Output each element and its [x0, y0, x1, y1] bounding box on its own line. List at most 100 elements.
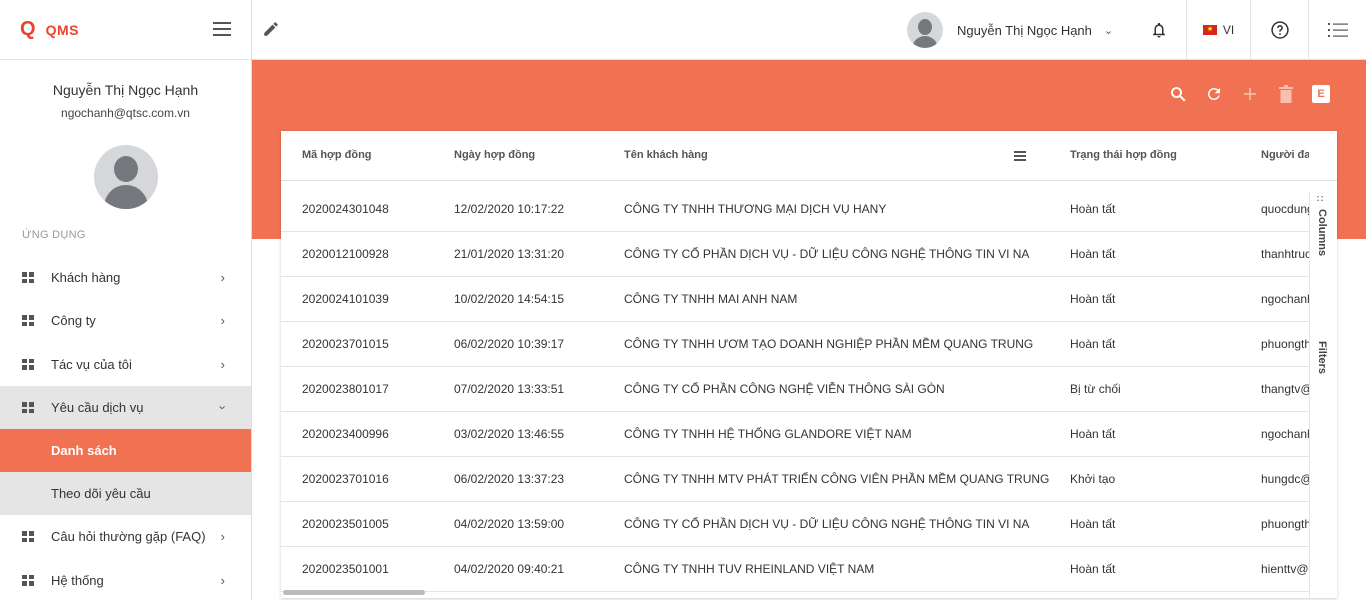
table-row[interactable]: 2020023701015 06/02/2020 10:39:17 CÔNG TY …	[281, 322, 1309, 367]
sidebar-item-label: Khách hàng	[51, 270, 121, 286]
search-icon	[1171, 87, 1186, 102]
sidebar-item-yeu-cau-dich-vu[interactable]: Yêu cầu dịch vụ ›	[0, 385, 251, 430]
cell-contract-id: 2020023501001	[302, 562, 389, 576]
avatar	[907, 12, 943, 48]
cell-contract-id: 2020023701016	[302, 472, 389, 486]
profile-name: Nguyễn Thị Ngọc Hạnh	[52, 82, 199, 98]
refresh-button[interactable]	[1196, 84, 1232, 104]
cell-user: phuongth	[1261, 517, 1309, 531]
cell-status: Hoàn tất	[1070, 562, 1116, 576]
user-menu[interactable]: Nguyễn Thị Ngọc Hạnh ⌄	[907, 12, 1113, 48]
qms-logo-icon[interactable]: Q	[20, 18, 36, 41]
brand-bar: Q QMS	[0, 0, 251, 60]
search-button[interactable]	[1160, 84, 1196, 104]
chevron-right-icon: ›	[220, 529, 225, 545]
cell-user: hienttv@	[1261, 562, 1309, 576]
chevron-down-icon: ⌄	[1103, 24, 1114, 37]
cell-customer: CÔNG TY CỔ PHẦN DỊCH VỤ - DỮ LIỆU CÔNG N…	[624, 247, 1030, 261]
notification-button[interactable]	[1132, 0, 1186, 60]
cell-status: Hoàn tất	[1070, 202, 1116, 216]
pencil-icon[interactable]	[262, 20, 280, 38]
table-row[interactable]: 2020024101039 10/02/2020 14:54:15 CÔNG TY …	[281, 277, 1309, 322]
sidebar-item-label: Công ty	[51, 313, 96, 329]
table-row[interactable]: 2020012100928 21/01/2020 13:31:20 CÔNG TY …	[281, 232, 1309, 277]
horizontal-scrollbar[interactable]	[283, 590, 425, 595]
table-row[interactable]: 2020024301048 12/02/2020 10:17:22 CÔNG TY …	[281, 187, 1309, 232]
cell-date: 04/02/2020 13:59:00	[454, 517, 565, 531]
filters-tab[interactable]: Filters	[1316, 341, 1328, 374]
cell-date: 10/02/2020 14:54:15	[454, 292, 565, 306]
cell-date: 07/02/2020 13:33:51	[454, 382, 565, 396]
column-header[interactable]: Tên khách hàng	[624, 149, 708, 161]
sidebar-item-label: Câu hỏi thường gặp (FAQ)	[51, 529, 206, 545]
table-row[interactable]: 2020023701016 06/02/2020 13:37:23 CÔNG TY …	[281, 457, 1309, 502]
columns-grip-icon: ∷	[1317, 194, 1324, 205]
grid-body: 2020024301048 12/02/2020 10:17:22 CÔNG TY …	[281, 187, 1309, 592]
table-row[interactable]: 2020023801017 07/02/2020 13:33:51 CÔNG TY …	[281, 367, 1309, 412]
trash-icon	[1279, 85, 1293, 103]
chevron-right-icon: ›	[220, 572, 225, 588]
chevron-down-icon: ›	[215, 405, 231, 410]
cell-contract-id: 2020023801017	[302, 382, 389, 396]
chevron-right-icon: ›	[220, 313, 225, 329]
vietnam-flag-icon	[1202, 25, 1217, 35]
grid-header: Mã hợp đồng Ngày hợp đồng Tên khách hàng…	[281, 131, 1337, 181]
cell-user: ngochanh	[1261, 292, 1309, 306]
cell-status: Hoàn tất	[1070, 337, 1116, 351]
grid-icon	[22, 358, 34, 370]
app-name[interactable]: QMS	[46, 22, 79, 38]
delete-button[interactable]	[1268, 84, 1304, 104]
cell-customer: CÔNG TY CỔ PHẦN DỊCH VỤ - DỮ LIỆU CÔNG N…	[624, 517, 1030, 531]
refresh-icon	[1207, 87, 1220, 100]
list-icon	[1327, 23, 1348, 37]
column-menu-icon[interactable]	[1014, 151, 1026, 161]
cell-user: ngochanh	[1261, 427, 1309, 441]
column-header[interactable]: Người đang	[1261, 149, 1309, 161]
list-button[interactable]	[1308, 0, 1366, 60]
add-button[interactable]	[1232, 84, 1268, 104]
table-row[interactable]: 2020023400996 03/02/2020 13:46:55 CÔNG TY …	[281, 412, 1309, 457]
column-header[interactable]: Trạng thái hợp đồng	[1070, 149, 1177, 161]
avatar[interactable]	[93, 145, 158, 209]
cell-contract-id: 2020012100928	[302, 247, 389, 261]
cell-customer: CÔNG TY TNHH MAI ANH NAM	[624, 292, 798, 306]
help-button[interactable]	[1250, 0, 1308, 60]
cell-status: Hoàn tất	[1070, 517, 1116, 531]
columns-tab[interactable]: Columns	[1316, 209, 1328, 256]
plus-icon	[1244, 88, 1256, 100]
table-row[interactable]: 2020023501005 04/02/2020 13:59:00 CÔNG TY …	[281, 502, 1309, 547]
language-label: VI	[1222, 23, 1235, 37]
sidebar-subitem-danh-sach[interactable]: Danh sách	[0, 429, 251, 473]
chevron-right-icon: ›	[220, 270, 225, 286]
sidebar-item-tac-vu[interactable]: Tác vụ của tôi ›	[0, 343, 251, 386]
chevron-right-icon: ›	[220, 356, 225, 372]
grid-icon	[22, 315, 34, 327]
cell-user: phuongth	[1261, 337, 1309, 351]
cell-status: Hoàn tất	[1070, 427, 1116, 441]
top-header: Nguyễn Thị Ngọc Hạnh ⌄ VI	[252, 0, 1366, 60]
sidebar-item-cong-ty[interactable]: Công ty ›	[0, 299, 251, 342]
language-selector[interactable]: VI	[1186, 0, 1250, 60]
sidebar-item-khach-hang[interactable]: Khách hàng ›	[0, 256, 251, 299]
cell-date: 06/02/2020 10:39:17	[454, 337, 565, 351]
grid-side-panel: ∷ Columns Filters	[1309, 191, 1337, 598]
cell-status: Hoàn tất	[1070, 292, 1116, 306]
sidebar-item-faq[interactable]: Câu hỏi thường gặp (FAQ) ›	[0, 515, 251, 558]
cell-status: Bị từ chối	[1070, 382, 1121, 396]
column-header[interactable]: Mã hợp đồng	[302, 149, 372, 161]
sidebar-subitem-theo-doi[interactable]: Theo dõi yêu cầu	[0, 472, 251, 516]
sidebar: Q QMS Nguyễn Thị Ngọc Hạnh ngochanh@qtsc…	[0, 0, 252, 600]
sidebar-nav: Khách hàng › Công ty › Tác vụ của tôi › …	[0, 256, 251, 600]
profile-email: ngochanh@qtsc.com.vn	[61, 106, 190, 120]
sidebar-item-label: Yêu cầu dịch vụ	[51, 400, 144, 416]
grid-icon	[22, 402, 34, 414]
table-row[interactable]: 2020023501001 04/02/2020 09:40:21 CÔNG TY …	[281, 547, 1309, 592]
cell-user: hungdc@	[1261, 472, 1309, 486]
export-button[interactable]: E	[1312, 85, 1330, 103]
grid-icon	[22, 272, 34, 284]
column-header[interactable]: Ngày hợp đồng	[454, 149, 535, 161]
cell-date: 21/01/2020 13:31:20	[454, 247, 565, 261]
grid-icon	[22, 574, 34, 586]
sidebar-item-he-thong[interactable]: Hệ thống ›	[0, 558, 251, 600]
hamburger-menu-icon[interactable]	[213, 22, 231, 36]
